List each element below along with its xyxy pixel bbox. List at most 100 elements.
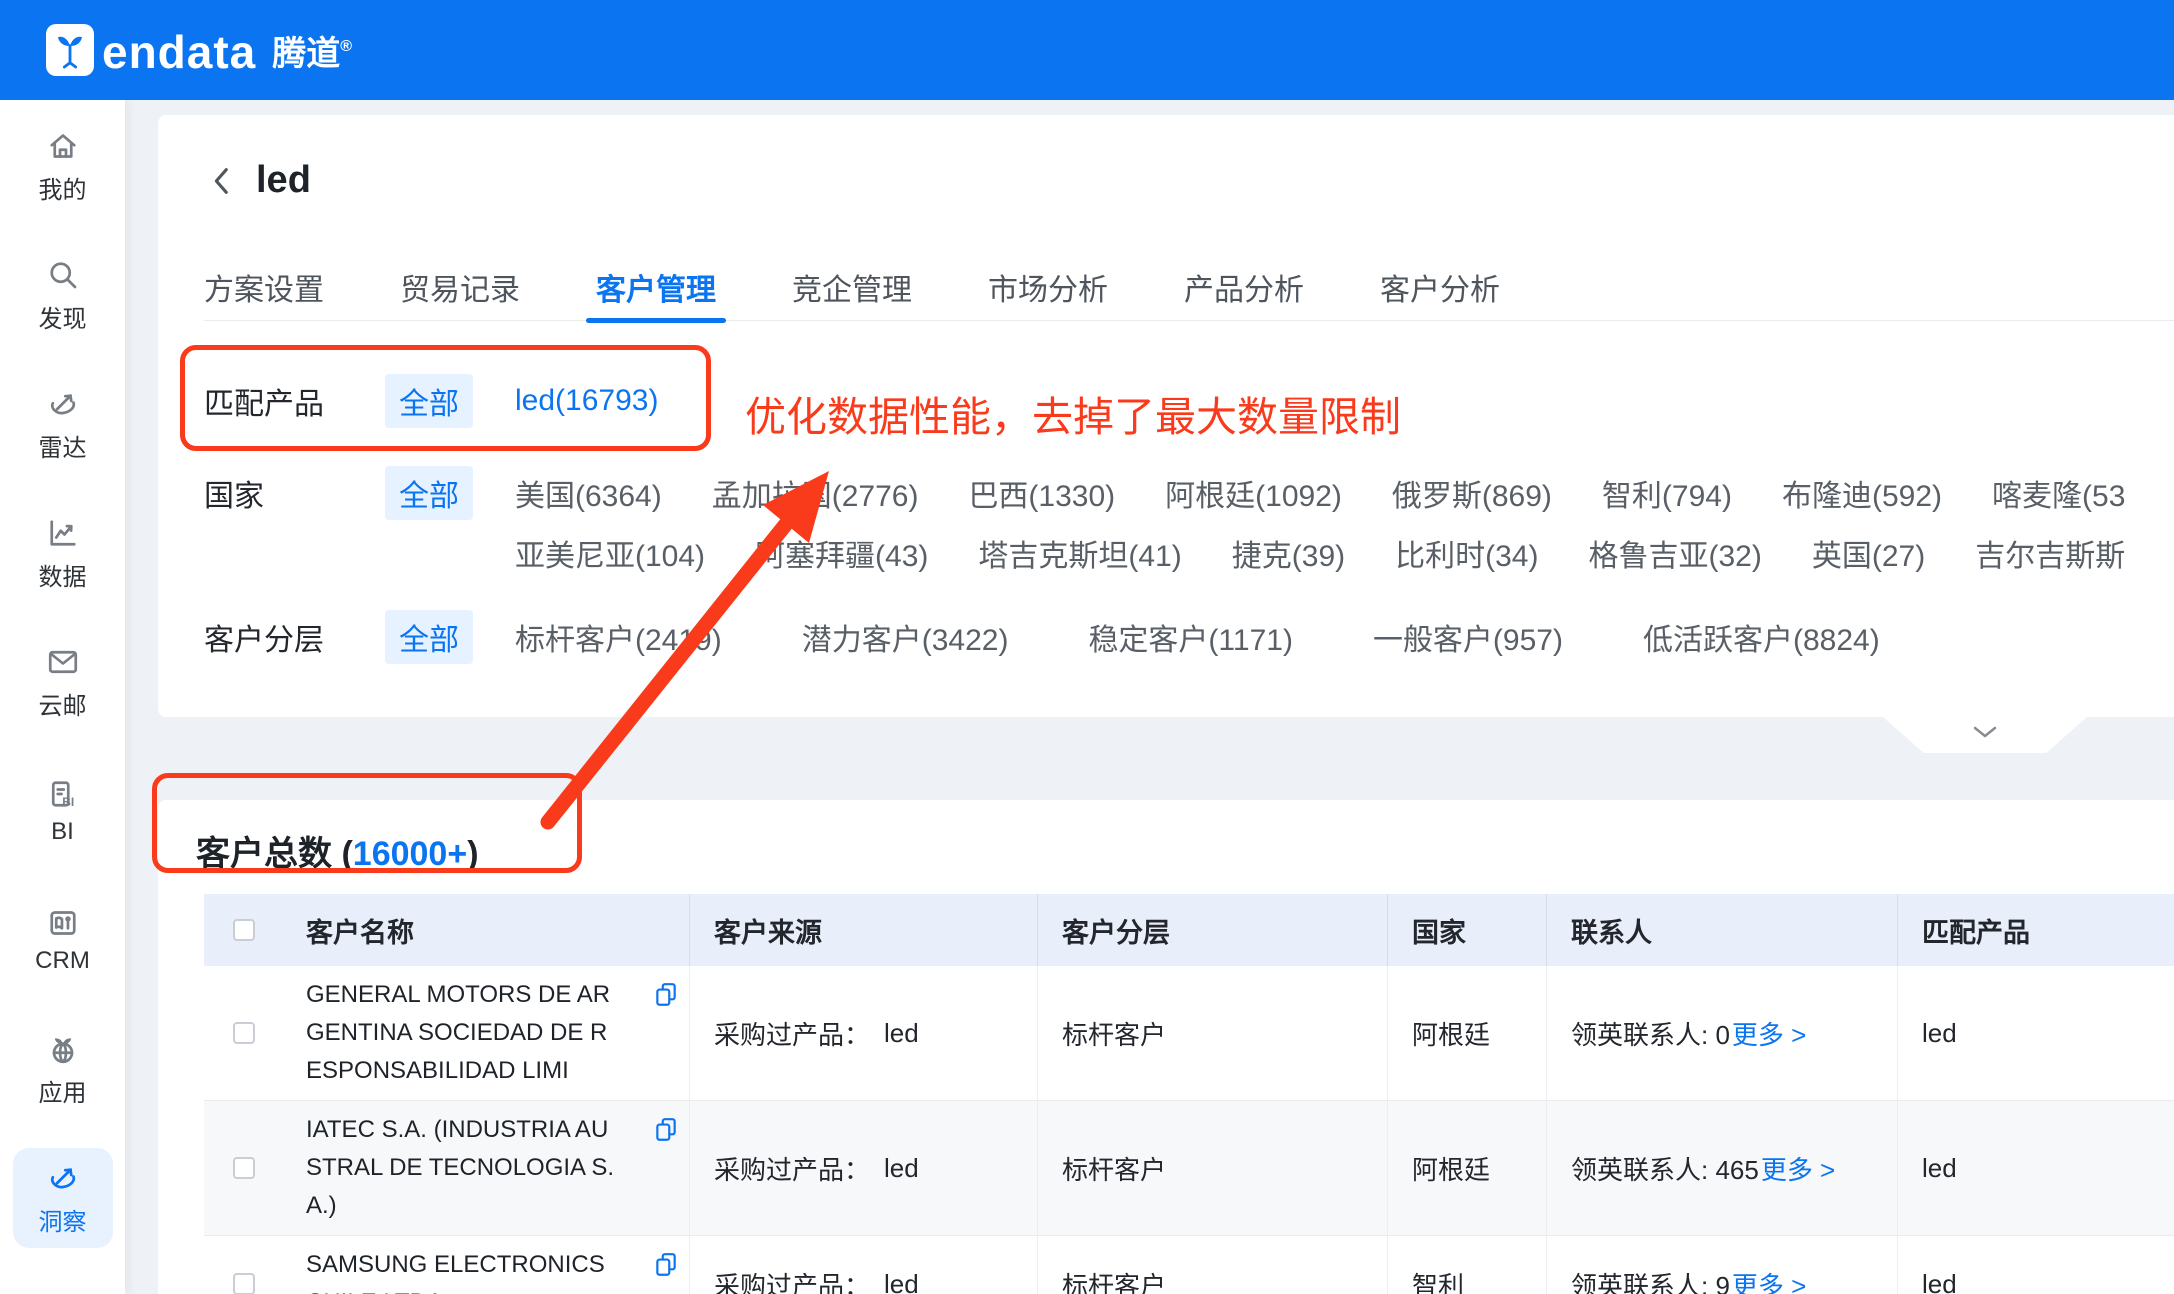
row-checkbox[interactable] bbox=[233, 1022, 255, 1044]
brand-sprout-icon bbox=[46, 24, 94, 76]
filter-row-tier: 客户分层 全部 标杆客户(2419) 潜力客户(3422) 稳定客户(1171)… bbox=[204, 609, 2174, 665]
col-header-country: 国家 bbox=[1387, 894, 1546, 966]
customer-table: 客户名称 客户来源 客户分层 国家 联系人 匹配产品 GENERAL MOTOR… bbox=[204, 894, 2174, 1294]
filter-country-option[interactable]: 俄罗斯(869) bbox=[1392, 471, 1552, 515]
sidebar-item-mail[interactable]: 云邮 bbox=[13, 632, 113, 732]
tab-customer-analysis[interactable]: 客户分析 bbox=[1380, 253, 1500, 321]
customer-list-card: 客户总数 (16000+) 客户名称 客户来源 客户分层 国家 联系人 匹配产品… bbox=[158, 800, 2174, 1294]
filter-country-option[interactable]: 塔吉克斯坦(41) bbox=[978, 531, 1181, 575]
table-row: GENERAL MOTORS DE ARGENTINA SOCIEDAD DE … bbox=[204, 966, 2174, 1101]
tab-competitor-management[interactable]: 竞企管理 bbox=[792, 253, 912, 321]
customer-name: IATEC S.A. (INDUSTRIA AUSTRAL DE TECNOLO… bbox=[306, 1111, 618, 1225]
filter-label-product: 匹配产品 bbox=[204, 379, 385, 423]
col-header-matched-product: 匹配产品 bbox=[1897, 894, 2174, 966]
filter-country-option[interactable]: 英国(27) bbox=[1812, 531, 1925, 575]
filter-tier-option[interactable]: 稳定客户(1171) bbox=[1088, 615, 1293, 659]
filter-country-option[interactable]: 智利(794) bbox=[1602, 471, 1732, 515]
filter-country-option[interactable]: 布隆迪(592) bbox=[1782, 471, 1942, 515]
search-icon bbox=[45, 257, 81, 293]
filter-country-option[interactable]: 阿根廷(1092) bbox=[1165, 471, 1342, 515]
filter-tier-all-chip[interactable]: 全部 bbox=[385, 610, 473, 664]
filter-country-option[interactable]: 孟加拉国(2776) bbox=[712, 471, 919, 515]
customer-country: 智利 bbox=[1387, 1236, 1546, 1294]
sidebar-item-bi[interactable]: BI BI bbox=[13, 761, 113, 861]
sprout-globe-icon bbox=[45, 1031, 81, 1067]
sidebar-item-discover[interactable]: 发现 bbox=[13, 245, 113, 345]
filter-product-all-chip[interactable]: 全部 bbox=[385, 374, 473, 428]
filter-country-option[interactable]: 捷克(39) bbox=[1232, 531, 1345, 575]
page-header: led bbox=[204, 159, 311, 202]
filter-tier-option[interactable]: 一般客户(957) bbox=[1373, 615, 1563, 659]
registered-mark: ® bbox=[340, 38, 352, 55]
source-value: led bbox=[884, 1269, 919, 1294]
sidebar-item-label: 雷达 bbox=[39, 428, 87, 463]
crm-book-icon bbox=[45, 905, 81, 941]
copy-icon[interactable] bbox=[655, 982, 677, 1015]
filter-product-option-led[interactable]: led(16793) bbox=[515, 384, 658, 418]
sidebar-item-radar[interactable]: 雷达 bbox=[13, 374, 113, 474]
tab-scheme-settings[interactable]: 方案设置 bbox=[204, 253, 324, 321]
filter-tier-option[interactable]: 低活跃客户(8824) bbox=[1643, 615, 1880, 659]
sidebar-item-apps[interactable]: 应用 bbox=[13, 1019, 113, 1119]
filter-country-option[interactable]: 阿塞拜疆(43) bbox=[755, 531, 928, 575]
filter-tier-option[interactable]: 潜力客户(3422) bbox=[802, 615, 1009, 659]
col-header-customer-tier: 客户分层 bbox=[1037, 894, 1387, 966]
customer-tier: 标杆客户 bbox=[1037, 1101, 1387, 1235]
matched-product: led bbox=[1897, 1101, 2174, 1235]
customer-name: SAMSUNG ELECTRONICS CHILE LTDA bbox=[306, 1246, 618, 1294]
top-app-bar: endata 腾道® bbox=[0, 0, 2174, 100]
tab-trade-records[interactable]: 贸易记录 bbox=[400, 253, 520, 321]
col-header-customer-source: 客户来源 bbox=[689, 894, 1037, 966]
customer-total-count: 16000+ bbox=[353, 835, 467, 873]
select-all-checkbox[interactable] bbox=[233, 919, 255, 941]
sidebar-item-label: 发现 bbox=[39, 299, 87, 334]
brand-logo[interactable]: endata 腾道® bbox=[46, 24, 352, 76]
sidebar-item-insight[interactable]: 洞察 bbox=[13, 1148, 113, 1248]
tab-customer-management[interactable]: 客户管理 bbox=[596, 253, 716, 321]
mail-icon bbox=[45, 644, 81, 680]
sidebar-item-data[interactable]: 数据 bbox=[13, 503, 113, 603]
sidebar-item-label: 数据 bbox=[39, 557, 87, 592]
customer-total-label: 客户总数 ( bbox=[196, 835, 353, 873]
linkedin-contacts: 领英联系人: 465 bbox=[1571, 1150, 1759, 1187]
sidebar-item-crm[interactable]: CRM bbox=[13, 890, 113, 990]
filter-country-option[interactable]: 吉尔吉斯斯 bbox=[1975, 531, 2125, 575]
copy-icon[interactable] bbox=[655, 1252, 677, 1285]
sidebar-item-label: CRM bbox=[35, 947, 90, 975]
filter-country-option[interactable]: 亚美尼亚(104) bbox=[515, 531, 705, 575]
filter-row-product: 匹配产品 全部 led(16793) bbox=[204, 373, 2174, 429]
copy-icon[interactable] bbox=[655, 1117, 677, 1150]
more-link[interactable]: 更多 > bbox=[1732, 1266, 1806, 1294]
tab-market-analysis[interactable]: 市场分析 bbox=[988, 253, 1108, 321]
filter-country-option[interactable]: 比利时(34) bbox=[1395, 531, 1538, 575]
filter-country-option[interactable]: 喀麦隆(53 bbox=[1992, 471, 2125, 515]
brand-wordmark: endata bbox=[102, 28, 256, 76]
page-title: led bbox=[256, 159, 311, 202]
col-header-customer-name: 客户名称 bbox=[284, 911, 689, 950]
source-value: led bbox=[884, 1018, 919, 1049]
more-link[interactable]: 更多 > bbox=[1732, 1015, 1806, 1052]
source-label: 采购过产品： bbox=[714, 1150, 870, 1187]
filter-label-tier: 客户分层 bbox=[204, 615, 385, 659]
sidebar-item-mine[interactable]: 我的 bbox=[13, 116, 113, 216]
row-checkbox[interactable] bbox=[233, 1157, 255, 1179]
sidebar-item-label: 云邮 bbox=[39, 686, 87, 721]
collapse-filters-button[interactable] bbox=[1883, 717, 2087, 753]
filter-country-all-chip[interactable]: 全部 bbox=[385, 466, 473, 520]
scheme-detail-card: led 方案设置 贸易记录 客户管理 竞企管理 市场分析 产品分析 客户分析 匹… bbox=[158, 115, 2174, 717]
customer-country: 阿根廷 bbox=[1387, 1101, 1546, 1235]
customer-tier: 标杆客户 bbox=[1037, 966, 1387, 1100]
filter-country-option[interactable]: 巴西(1330) bbox=[968, 471, 1115, 515]
tab-product-analysis[interactable]: 产品分析 bbox=[1184, 253, 1304, 321]
row-checkbox[interactable] bbox=[233, 1273, 255, 1294]
brand-cn-name: 腾道® bbox=[272, 32, 352, 76]
linkedin-contacts: 领英联系人: 0 bbox=[1571, 1015, 1730, 1052]
linkedin-contacts: 领英联系人: 9 bbox=[1571, 1266, 1730, 1294]
back-button[interactable] bbox=[204, 163, 240, 199]
table-row: SAMSUNG ELECTRONICS CHILE LTDA 采购过产品：led… bbox=[204, 1236, 2174, 1294]
filter-tier-option[interactable]: 标杆客户(2419) bbox=[515, 615, 722, 659]
more-link[interactable]: 更多 > bbox=[1761, 1150, 1835, 1187]
chevron-down-icon bbox=[1972, 725, 1998, 744]
filter-country-option[interactable]: 格鲁吉亚(32) bbox=[1588, 531, 1761, 575]
filter-country-option[interactable]: 美国(6364) bbox=[515, 471, 662, 515]
